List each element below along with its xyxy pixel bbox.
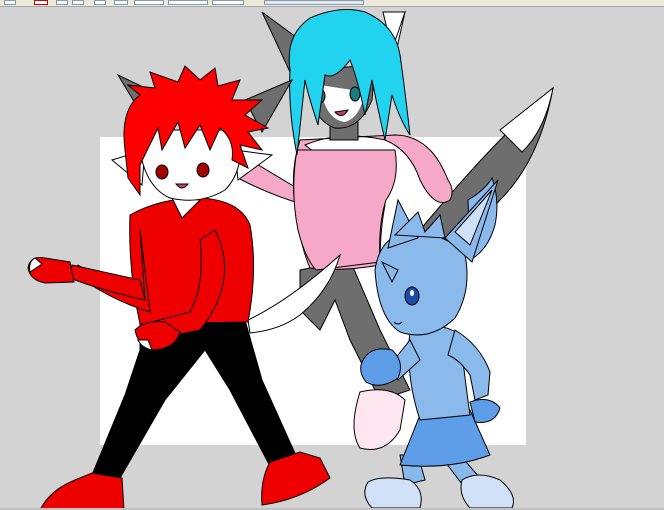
red-eye-left [155,164,169,180]
blue-shoe-left [364,477,422,509]
black-pants [91,319,299,479]
pink-leg [353,389,406,450]
brush-size-field[interactable] [134,0,164,5]
illustration [27,9,554,510]
blue-shoe-right [460,474,514,509]
drawing-canvas[interactable] [0,7,664,510]
opacity-field[interactable] [168,0,208,5]
palette-icon[interactable] [4,0,16,5]
cyan-haired-character [237,9,554,401]
zoom-icon[interactable] [114,0,128,5]
scroll-track[interactable] [264,0,364,5]
eye-right [349,86,361,102]
red-eye-right [196,162,210,178]
layer-c-icon[interactable] [94,0,106,5]
pen-tool-icon[interactable] [34,0,48,5]
color-field[interactable] [212,0,244,5]
layer-b-icon[interactable] [72,0,84,5]
layer-a-icon[interactable] [56,0,68,5]
blue-glove-right [469,399,501,423]
red-shoe-left [39,472,125,510]
toolbar [0,0,664,7]
